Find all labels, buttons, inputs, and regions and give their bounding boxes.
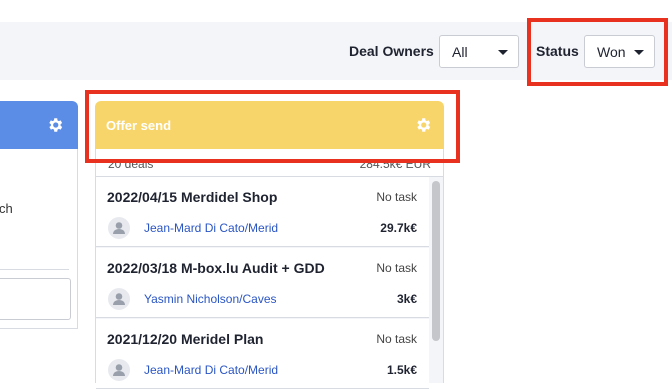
deal-task-status: No task <box>376 190 417 204</box>
deal-list-scrollbar[interactable] <box>432 181 440 341</box>
offer-column-highlight <box>85 90 460 163</box>
divider <box>0 269 69 270</box>
deal-card[interactable]: 2022/03/18 M-box.lu Audit + GDD No task … <box>96 248 429 318</box>
deal-title[interactable]: 2021/12/20 Meridel Plan <box>107 331 263 347</box>
avatar <box>108 217 130 239</box>
deal-owner-link[interactable]: Yasmin Nicholson/Caves <box>144 292 277 306</box>
left-column-body: ch <box>0 149 78 329</box>
avatar <box>108 288 130 310</box>
user-icon <box>113 364 125 376</box>
deal-owners-label: Deal Owners <box>349 43 434 59</box>
user-icon <box>113 293 125 305</box>
deal-amount: 3k€ <box>396 292 417 306</box>
user-icon <box>113 222 125 234</box>
chevron-down-icon <box>498 50 508 55</box>
left-column-header <box>0 101 78 149</box>
deal-owners-select[interactable]: All <box>439 35 519 68</box>
left-column-input[interactable] <box>0 278 71 320</box>
deal-card[interactable]: 2021/12/20 Meridel Plan No task Jean-Mar… <box>96 319 429 389</box>
gear-icon[interactable] <box>46 116 64 134</box>
deal-title[interactable]: 2022/04/15 Merdidel Shop <box>107 189 277 205</box>
status-highlight <box>527 18 668 86</box>
avatar <box>108 359 130 381</box>
deal-owner-link[interactable]: Jean-Mard Di Cato/Merid <box>144 221 278 235</box>
left-column-text: ch <box>0 201 13 216</box>
deal-list: 2022/04/15 Merdidel Shop No task Jean-Ma… <box>95 176 444 389</box>
deal-owners-value: All <box>452 44 468 60</box>
deal-amount: 1.5k€ <box>386 363 417 377</box>
deal-task-status: No task <box>376 261 417 275</box>
deal-task-status: No task <box>376 332 417 346</box>
deal-amount: 29.7k€ <box>380 221 417 235</box>
deal-owner-link[interactable]: Jean-Mard Di Cato/Merid <box>144 363 278 377</box>
deal-title[interactable]: 2022/03/18 M-box.lu Audit + GDD <box>107 260 325 276</box>
deal-card[interactable]: 2022/04/15 Merdidel Shop No task Jean-Ma… <box>96 177 429 247</box>
